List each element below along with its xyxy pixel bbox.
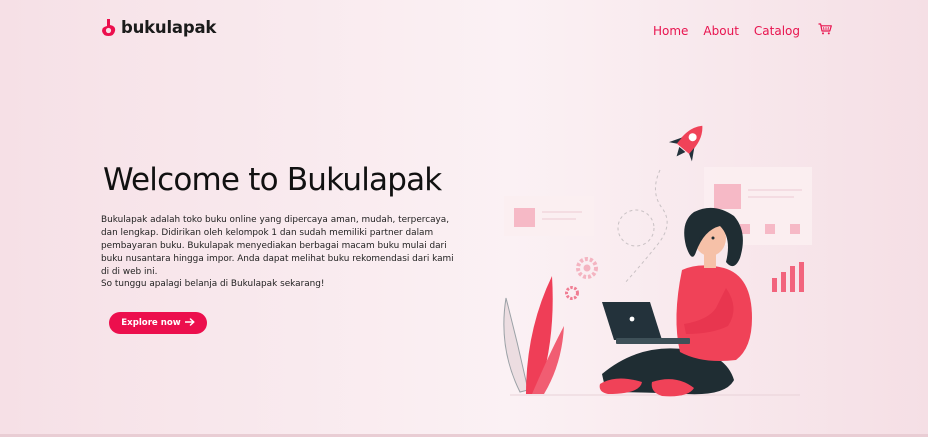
nav-catalog-link[interactable]: Catalog	[754, 24, 800, 38]
woman-with-laptop-rocket-illustration	[490, 112, 830, 402]
nav-home-link[interactable]: Home	[653, 24, 688, 38]
explore-now-label: Explore now	[121, 318, 181, 328]
hero-cta-text: So tunggu apalagi belanja di Bukulapak s…	[101, 279, 325, 289]
brand-name: bukulapak	[121, 18, 217, 37]
hero-description: Bukulapak adalah toko buku online yang d…	[101, 215, 454, 277]
arrow-right-icon	[184, 317, 195, 329]
main-nav: Home About Catalog	[653, 22, 832, 40]
shopping-cart-icon[interactable]	[818, 22, 832, 40]
explore-now-button[interactable]: Explore now	[109, 312, 207, 334]
nav-about-link[interactable]: About	[703, 24, 738, 38]
hero-title: Welcome to Bukulapak	[103, 162, 442, 198]
bukulapak-logo-icon	[101, 18, 116, 37]
brand-logo[interactable]: bukulapak	[101, 18, 216, 37]
